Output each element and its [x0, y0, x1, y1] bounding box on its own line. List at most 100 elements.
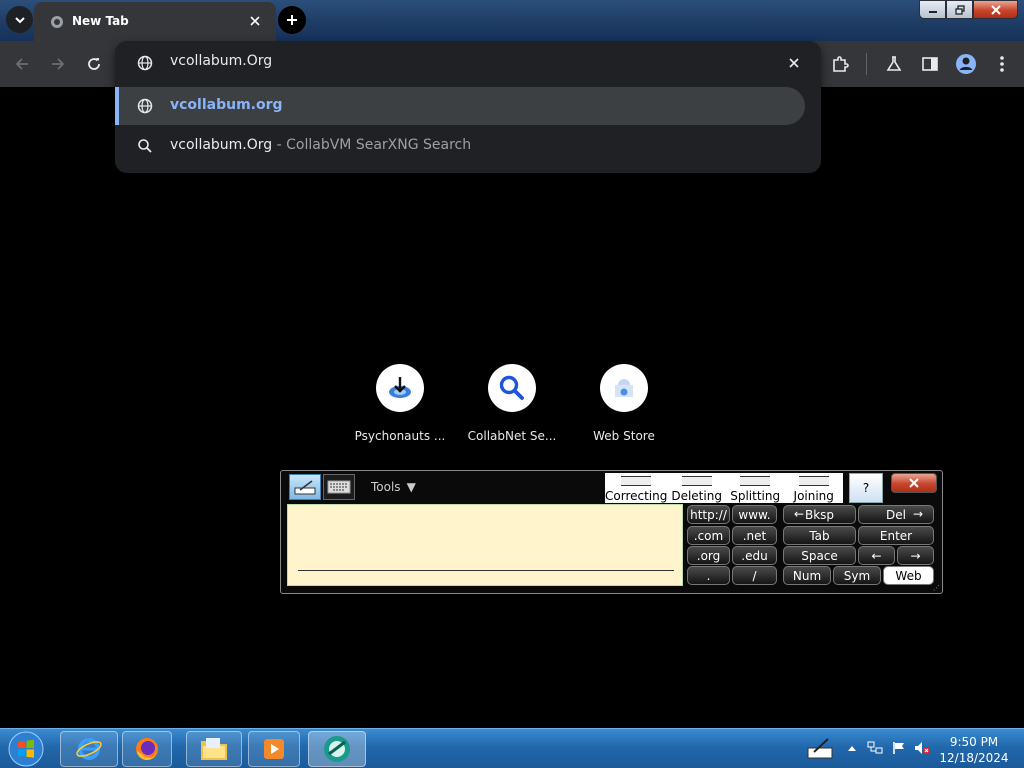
volume-muted-icon — [915, 742, 930, 754]
address-input[interactable]: vcollabum.Org — [170, 53, 272, 69]
close-panel-button[interactable] — [891, 473, 937, 493]
gesture-joining[interactable]: Joining — [784, 473, 843, 503]
more-vert-icon — [1000, 56, 1004, 72]
clock-date: 12/18/2024 — [939, 751, 1009, 765]
key-dot[interactable]: . — [687, 566, 730, 585]
new-tab-button[interactable] — [278, 6, 306, 34]
profile-button[interactable] — [955, 53, 977, 75]
clear-input-button[interactable] — [785, 54, 803, 72]
omnibox-input-row: vcollabum.Org — [115, 41, 821, 85]
chevron-down-icon — [14, 16, 25, 23]
window-controls — [919, 0, 1018, 19]
clock-time: 9:50 PM — [949, 735, 999, 749]
writing-baseline — [298, 570, 674, 571]
tray-network[interactable] — [866, 739, 884, 757]
tools-label: Tools — [371, 480, 401, 494]
firefox-icon — [136, 738, 158, 761]
gesture-splitting[interactable]: Splitting — [726, 473, 785, 503]
tools-menu-button[interactable]: Tools ▼ — [355, 477, 601, 499]
close-icon — [250, 16, 260, 26]
key-com[interactable]: .com — [687, 526, 730, 545]
shortcut-icon — [376, 364, 424, 412]
start-button[interactable] — [5, 731, 47, 767]
shortcut-tile[interactable]: Web Store — [574, 364, 674, 443]
key-edu[interactable]: .edu — [732, 546, 777, 565]
side-panel-icon — [922, 57, 938, 71]
toolbar-divider — [866, 53, 867, 75]
system-clock[interactable]: 9:50 PM 12/18/2024 — [936, 734, 1012, 766]
shortcut-label: Psychonauts ... — [354, 429, 446, 443]
tab-search-button[interactable] — [6, 6, 33, 33]
key-sym[interactable]: Sym — [833, 566, 881, 585]
key-www[interactable]: www. — [732, 505, 777, 524]
key-enter[interactable]: Enter — [858, 526, 934, 545]
key-slash[interactable]: / — [732, 566, 777, 585]
key-left-arrow[interactable]: ← — [858, 546, 895, 565]
arrow-right-icon: → — [912, 507, 923, 521]
restore-button[interactable] — [946, 0, 973, 19]
key-delete[interactable]: Del → — [858, 505, 934, 524]
key-num[interactable]: Num — [783, 566, 831, 585]
close-window-button[interactable] — [973, 0, 1018, 19]
omnibox-dropdown: vcollabum.Org vcollabum.org vcollabum.Or… — [115, 41, 821, 173]
taskbar-explorer[interactable] — [186, 731, 242, 767]
touch-keyboard-mode-button[interactable] — [323, 474, 355, 500]
search-icon — [499, 375, 524, 400]
dropdown-arrow-icon: ▼ — [406, 480, 416, 494]
key-org[interactable]: .org — [687, 546, 730, 565]
menu-button[interactable] — [991, 53, 1013, 75]
gesture-deleting[interactable]: Deleting — [667, 473, 726, 503]
internet-explorer-icon — [76, 738, 102, 760]
tray-volume[interactable] — [913, 739, 931, 757]
shortcut-icon — [488, 364, 536, 412]
forward-button[interactable] — [47, 53, 69, 75]
minimize-button[interactable] — [919, 0, 946, 19]
plus-icon — [287, 15, 297, 25]
suggestion-item[interactable]: vcollabum.Org - CollabVM SearXNG Search — [115, 127, 805, 165]
tray-tablet-input[interactable] — [806, 735, 834, 761]
key-net[interactable]: .net — [732, 526, 777, 545]
gesture-correcting[interactable]: Correcting — [605, 473, 667, 503]
windows-logo-icon — [8, 731, 44, 767]
extensions-button[interactable] — [829, 53, 851, 75]
labs-button[interactable] — [883, 53, 905, 75]
tab-title: New Tab — [72, 14, 129, 28]
taskbar-media-player[interactable] — [248, 731, 300, 767]
resize-grip-icon[interactable]: ⋰ — [933, 584, 941, 592]
close-icon — [789, 58, 799, 68]
tab-new-tab[interactable]: New Tab — [34, 2, 276, 41]
taskbar-chrome[interactable] — [308, 731, 366, 767]
taskbar-internet-explorer[interactable] — [60, 731, 118, 767]
key-right-arrow[interactable]: → — [897, 546, 934, 565]
suggestion-item[interactable]: vcollabum.org — [115, 87, 805, 125]
tab-close-button[interactable] — [246, 12, 264, 30]
web-store-icon — [615, 379, 633, 397]
globe-icon — [137, 98, 153, 114]
writing-pad-mode-button[interactable] — [289, 474, 321, 500]
tray-action-center[interactable] — [890, 739, 908, 757]
key-space[interactable]: Space — [783, 546, 856, 565]
side-panel-button[interactable] — [919, 53, 941, 75]
puzzle-icon — [833, 56, 849, 72]
chevron-up-icon — [848, 746, 856, 751]
key-backspace[interactable]: ← Bksp — [783, 505, 856, 524]
shortcut-tile[interactable]: CollabNet Se... — [462, 364, 562, 443]
tray-show-hidden[interactable] — [843, 739, 861, 757]
key-tab[interactable]: Tab — [783, 526, 856, 545]
arrow-left-icon: ← — [794, 507, 805, 521]
arrow-right-icon — [52, 58, 65, 70]
back-button[interactable] — [11, 53, 33, 75]
taskbar-firefox[interactable] — [122, 731, 172, 767]
download-globe-icon — [389, 377, 411, 398]
reload-button[interactable] — [83, 53, 105, 75]
folder-icon — [201, 738, 227, 760]
help-button[interactable]: ? — [849, 473, 883, 503]
writing-pad[interactable] — [287, 504, 683, 586]
search-icon — [138, 139, 152, 153]
key-http[interactable]: http:// — [687, 505, 730, 524]
globe-icon — [137, 55, 153, 71]
reload-icon — [88, 58, 100, 70]
shortcut-tile[interactable]: Psychonauts ... — [350, 364, 450, 443]
key-web[interactable]: Web — [883, 566, 934, 585]
arrow-left-icon — [15, 58, 28, 70]
